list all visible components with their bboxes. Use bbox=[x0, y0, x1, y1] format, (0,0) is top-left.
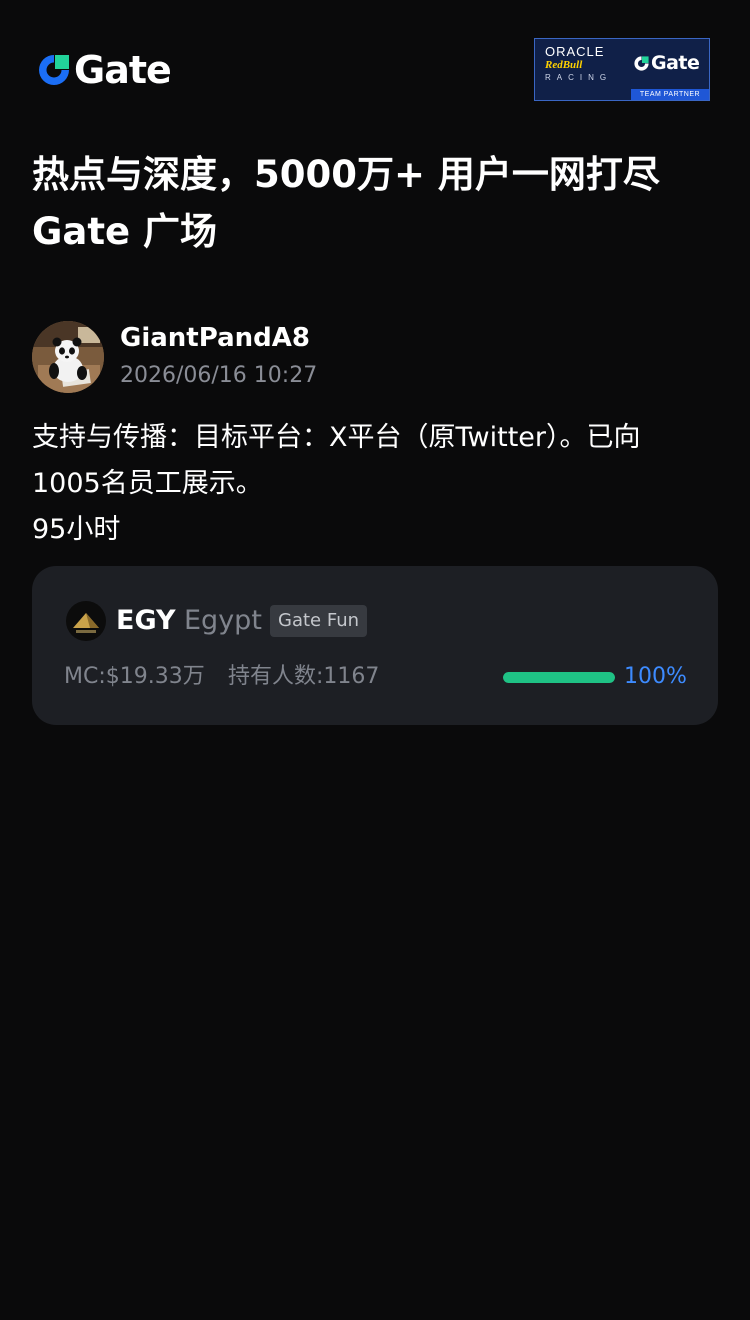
logo-wordmark: Gate bbox=[74, 48, 172, 92]
racing-text: RACING bbox=[545, 73, 613, 82]
team-partner-badge: ORACLE RedBull RACING Gate TEAM PARTNER bbox=[534, 38, 710, 101]
token-name: Egypt bbox=[184, 605, 262, 636]
post-body-line-3: 95小时 bbox=[32, 514, 121, 545]
post-body-line-1: 支持与传播：目标平台：X平台（原Twitter）。已向 bbox=[32, 422, 641, 453]
headline-line-1: 热点与深度，5000万+ 用户一网打尽 bbox=[32, 153, 660, 196]
gate-logo-icon bbox=[39, 55, 69, 85]
header: Gate ORACLE RedBull RACING Gate TEAM PAR… bbox=[0, 0, 750, 140]
post-body: 支持与传播：目标平台：X平台（原Twitter）。已向 1005名员工展示。 9… bbox=[32, 415, 722, 553]
gate-logo[interactable]: Gate bbox=[36, 48, 172, 92]
gate-mini-icon bbox=[634, 55, 649, 71]
token-market-cap: MC:$19.33万 bbox=[64, 664, 205, 689]
partner-gate-logo: Gate bbox=[633, 52, 700, 74]
avatar[interactable] bbox=[32, 321, 104, 393]
post-username[interactable]: GiantPandA8 bbox=[120, 320, 310, 356]
headline-line-2: Gate 广场 bbox=[32, 210, 217, 253]
bonding-progress-fill bbox=[503, 672, 615, 683]
panda-avatar-icon bbox=[32, 321, 104, 393]
page: Gate ORACLE RedBull RACING Gate TEAM PAR… bbox=[0, 0, 750, 1320]
page-headline: 热点与深度，5000万+ 用户一网打尽 Gate 广场 bbox=[32, 146, 722, 260]
bonding-progress-label: 100% bbox=[624, 664, 687, 689]
redbull-text: RedBull bbox=[545, 59, 583, 71]
oracle-text: ORACLE bbox=[545, 44, 605, 59]
post-body-line-2: 1005名员工展示。 bbox=[32, 468, 263, 499]
partner-gate-text: Gate bbox=[651, 52, 700, 74]
token-tag-badge: Gate Fun bbox=[270, 605, 368, 637]
token-card[interactable]: EGY Egypt Gate Fun MC:$19.33万 持有人数:1167 … bbox=[32, 566, 718, 725]
token-symbol: EGY bbox=[116, 605, 176, 636]
team-partner-label: TEAM PARTNER bbox=[631, 89, 709, 100]
bonding-progress-bar bbox=[503, 672, 615, 683]
egypt-pyramid-icon bbox=[66, 601, 106, 641]
post-timestamp: 2026/06/16 10:27 bbox=[120, 363, 318, 388]
token-holders: 持有人数:1167 bbox=[228, 664, 380, 689]
